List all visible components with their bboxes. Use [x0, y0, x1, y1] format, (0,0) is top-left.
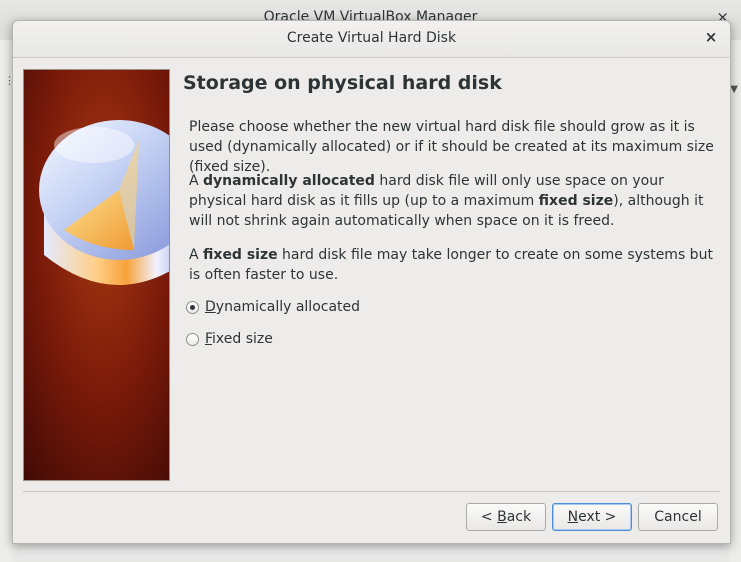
dialog-header: Create Virtual Hard Disk × [13, 21, 730, 58]
page-heading: Storage on physical hard disk [183, 72, 502, 94]
dynamically-allocated-radio[interactable]: Dynamically allocated [186, 296, 360, 318]
parent-window-edge-left [0, 40, 12, 562]
back-button[interactable]: < Back [466, 503, 546, 531]
fixed-description-paragraph: A fixed size hard disk file may take lon… [189, 247, 713, 283]
dynamic-description-paragraph: A dynamically allocated hard disk file w… [189, 173, 704, 229]
fixed-size-label: Fixed size [205, 331, 273, 347]
dialog-title: Create Virtual Hard Disk [286, 30, 457, 46]
description-paragraph: Please choose whether the new virtual ha… [189, 119, 714, 175]
radio-selected-icon[interactable] [186, 300, 199, 314]
dynamically-allocated-label: Dynamically allocated [205, 299, 361, 315]
cancel-button[interactable]: Cancel [638, 503, 718, 531]
fixed-size-radio[interactable]: Fixed size [186, 328, 273, 350]
create-virtual-hard-disk-dialog: Create Virtual Hard Disk × Storage on ph… [12, 20, 731, 544]
button-separator [23, 491, 720, 492]
next-button[interactable]: Next > [552, 503, 632, 531]
radio-unselected-icon[interactable] [186, 332, 199, 346]
close-icon[interactable]: × [702, 28, 720, 46]
parent-scroll-icon: ▼ [730, 84, 738, 95]
hard-disk-illustration-icon [23, 69, 170, 481]
